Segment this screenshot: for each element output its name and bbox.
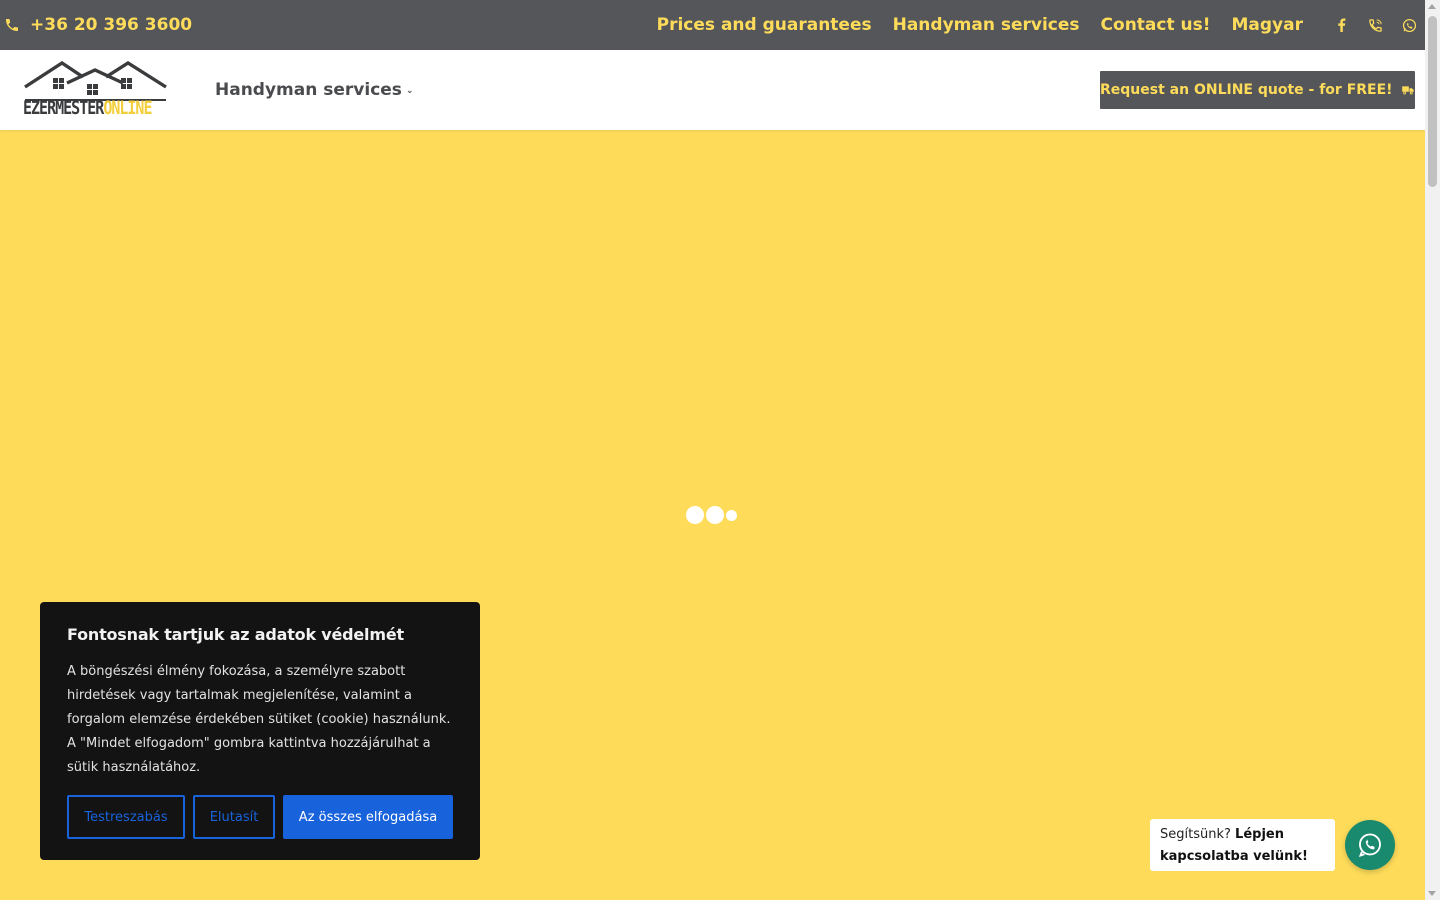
- loading-dot: [686, 506, 704, 524]
- facebook-icon[interactable]: [1333, 17, 1349, 33]
- cookie-reject-button[interactable]: Elutasít: [193, 795, 275, 839]
- top-nav-contact[interactable]: Contact us!: [1101, 15, 1211, 35]
- top-nav-prices[interactable]: Prices and guarantees: [657, 15, 872, 35]
- request-quote-label: Request an ONLINE quote - for FREE!: [1100, 82, 1393, 98]
- page-scrollbar[interactable]: [1425, 0, 1440, 900]
- site-header: EZERMESTERONLINE Handyman services ⌄ Req…: [0, 50, 1425, 130]
- main-nav-label: Handyman services: [215, 80, 402, 100]
- cookie-customize-button[interactable]: Testreszabás: [67, 795, 185, 839]
- cookie-title: Fontosnak tartjuk az adatok védelmét: [67, 625, 404, 644]
- phone-icon: [6, 19, 18, 31]
- houses-logo-icon: [24, 61, 167, 101]
- top-nav: Prices and guarantees Handyman services …: [657, 0, 1303, 50]
- cookie-buttons: Testreszabás Elutasít Az összes elfogadá…: [67, 795, 453, 839]
- main-nav-handyman-services[interactable]: Handyman services ⌄: [215, 50, 413, 130]
- loading-dot: [706, 506, 724, 524]
- whatsapp-chat-button[interactable]: [1345, 820, 1395, 870]
- whatsapp-icon[interactable]: [1401, 17, 1417, 33]
- cookie-consent-panel: Fontosnak tartjuk az adatok védelmét A b…: [40, 602, 480, 860]
- chevron-down-icon: ⌄: [405, 86, 414, 96]
- whatsapp-chat-bubble[interactable]: Segítsünk? Lépjen kapcsolatba velünk!: [1150, 819, 1335, 871]
- top-nav-handyman[interactable]: Handyman services: [893, 15, 1080, 35]
- cookie-accept-all-button[interactable]: Az összes elfogadása: [283, 795, 453, 839]
- site-logo[interactable]: EZERMESTERONLINE: [23, 61, 168, 119]
- scroll-thumb[interactable]: [1428, 16, 1437, 187]
- social-links: [1333, 0, 1417, 50]
- logo-wordmark: EZERMESTERONLINE: [23, 96, 153, 120]
- van-icon: [1401, 86, 1414, 95]
- whatsapp-bubble-text: Segítsünk?: [1160, 827, 1236, 842]
- loading-indicator: [686, 506, 737, 524]
- scroll-up-arrow-icon[interactable]: [1428, 4, 1436, 9]
- request-quote-button[interactable]: Request an ONLINE quote - for FREE!: [1100, 71, 1415, 109]
- cookie-body: A böngészési élmény fokozása, a személyr…: [67, 664, 451, 775]
- top-nav-language[interactable]: Magyar: [1232, 15, 1304, 35]
- loading-dot: [726, 509, 737, 521]
- scroll-down-arrow-icon[interactable]: [1428, 891, 1436, 896]
- phone-number: +36 20 396 3600: [30, 15, 193, 35]
- whatsapp-icon: [1358, 833, 1381, 857]
- phone-link[interactable]: +36 20 396 3600: [4, 15, 192, 35]
- top-bar: +36 20 396 3600 Prices and guarantees Ha…: [0, 0, 1425, 50]
- viber-icon[interactable]: [1367, 17, 1383, 33]
